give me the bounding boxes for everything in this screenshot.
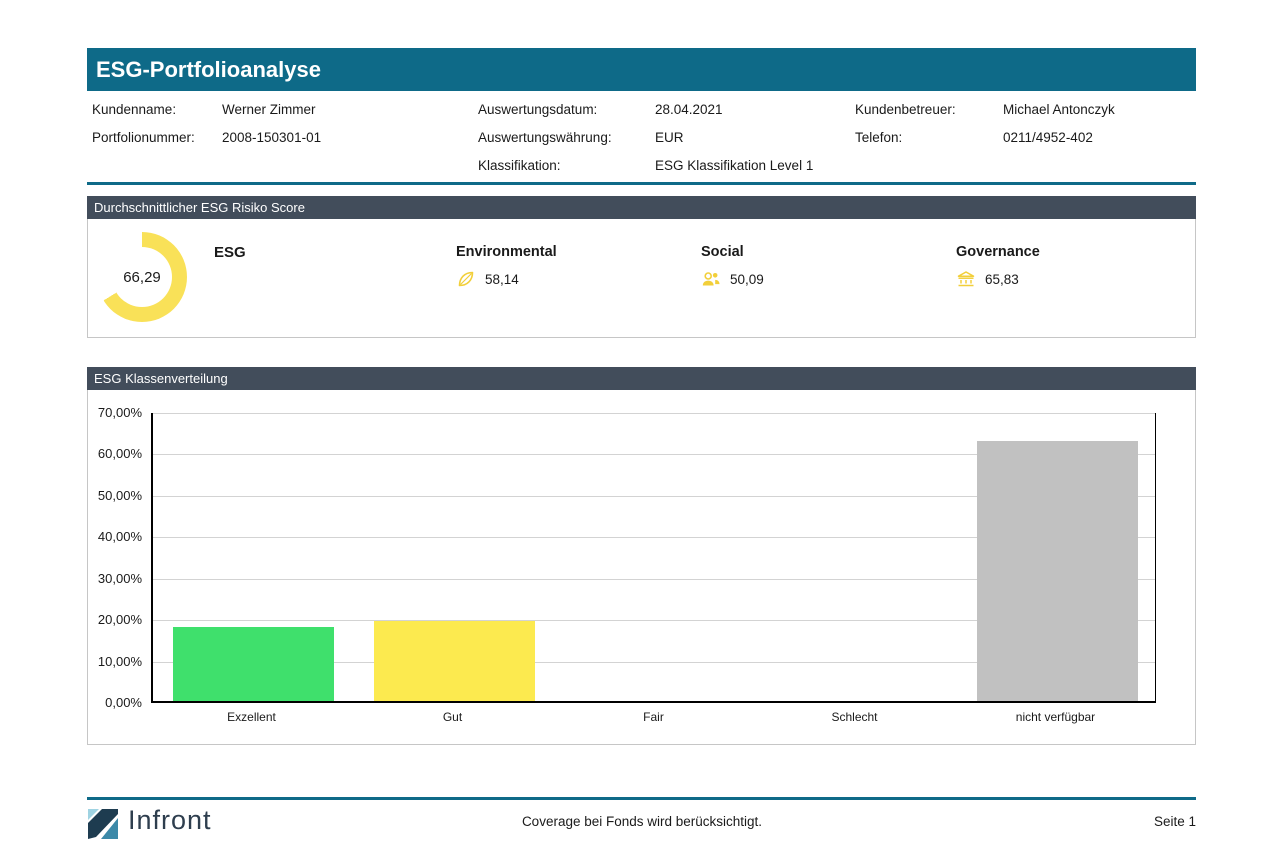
portfolio-info: Kundenname: Werner Zimmer Auswertungsdat… [87, 95, 1196, 179]
report-title-bar: ESG-Portfolioanalyse [87, 48, 1196, 91]
pillar-governance-label: Governance [956, 244, 1040, 260]
bar-chart-area: 70,00% 60,00% 50,00% 40,00% 30,00% 20,00% 10,0… [87, 390, 1196, 745]
pillar-social-label: Social [701, 244, 764, 260]
x-tick-label: Exzellent [151, 710, 352, 724]
y-tick-label: 40,00% [88, 529, 142, 544]
bar-gut [374, 621, 535, 701]
y-tick-label: 70,00% [88, 405, 142, 420]
pillar-environmental-row: 58,14 [456, 269, 557, 289]
info-value-auswertungsdatum: 28.04.2021 [655, 102, 855, 117]
esg-score-body: 66,29 ESG Environmental 58,14 Social [87, 219, 1196, 338]
pillar-governance: Governance 65,83 [956, 244, 1040, 289]
bank-icon [956, 269, 976, 289]
y-tick-label: 10,00% [88, 654, 142, 669]
y-tick-label: 20,00% [88, 612, 142, 627]
pillar-environmental-label: Environmental [456, 244, 557, 260]
gridline [153, 413, 1155, 414]
info-value-kundenname: Werner Zimmer [222, 102, 478, 117]
info-label-auswertungsdatum: Auswertungsdatum: [478, 102, 655, 117]
esg-class-section: ESG Klassenverteilung 70,00% 60,00% 50,00%… [87, 367, 1196, 745]
info-label-portfolionummer: Portfolionummer: [92, 130, 222, 145]
footer-divider [87, 797, 1196, 800]
pillar-social: Social 50,09 [701, 244, 764, 289]
info-value-klassifikation: ESG Klassifikation Level 1 [655, 158, 855, 173]
info-label-auswertungswaehrung: Auswertungswährung: [478, 130, 655, 145]
x-tick-label: Fair [553, 710, 754, 724]
pillar-environmental: Environmental 58,14 [456, 244, 557, 289]
page-title: ESG-Portfolioanalyse [96, 57, 321, 82]
info-label-kundenname: Kundenname: [92, 102, 222, 117]
x-tick-label: Gut [352, 710, 553, 724]
esg-score-gauge: 66,29 [97, 232, 187, 322]
y-tick-label: 0,00% [88, 695, 142, 710]
bar-exzellent [173, 627, 334, 701]
pillar-social-value: 50,09 [730, 272, 764, 287]
info-value-telefon: 0211/4952-402 [1003, 130, 1196, 145]
info-label-telefon: Telefon: [855, 130, 1003, 145]
y-tick-label: 30,00% [88, 571, 142, 586]
info-value-auswertungswaehrung: EUR [655, 130, 855, 145]
pillar-social-row: 50,09 [701, 269, 764, 289]
pillar-governance-row: 65,83 [956, 269, 1040, 289]
y-tick-label: 50,00% [88, 488, 142, 503]
page-number: Seite 1 [996, 814, 1196, 829]
esg-score-section-header: Durchschnittlicher ESG Risiko Score [87, 196, 1196, 219]
esg-class-section-title: ESG Klassenverteilung [94, 371, 228, 386]
esg-score-gauge-label: ESG [214, 244, 246, 261]
info-value-portfolionummer: 2008-150301-01 [222, 130, 478, 145]
x-tick-label: nicht verfügbar [955, 710, 1156, 724]
leaf-icon [456, 269, 476, 289]
info-value-kundenbetreuer: Michael Antonczyk [1003, 102, 1196, 117]
pillar-environmental-value: 58,14 [485, 272, 519, 287]
bar-chart-plot [151, 413, 1156, 703]
esg-score-gauge-value: 66,29 [97, 232, 187, 322]
bar-nicht-verf-gbar [977, 441, 1138, 701]
y-tick-label: 60,00% [88, 446, 142, 461]
esg-score-section-title: Durchschnittlicher ESG Risiko Score [94, 200, 305, 215]
info-label-kundenbetreuer: Kundenbetreuer: [855, 102, 1003, 117]
info-label-klassifikation: Klassifikation: [478, 158, 655, 173]
esg-class-section-header: ESG Klassenverteilung [87, 367, 1196, 390]
teal-divider [87, 182, 1196, 185]
x-tick-label: Schlecht [754, 710, 955, 724]
esg-score-section: Durchschnittlicher ESG Risiko Score 66,2… [87, 196, 1196, 338]
people-icon [701, 269, 721, 289]
pillar-governance-value: 65,83 [985, 272, 1019, 287]
